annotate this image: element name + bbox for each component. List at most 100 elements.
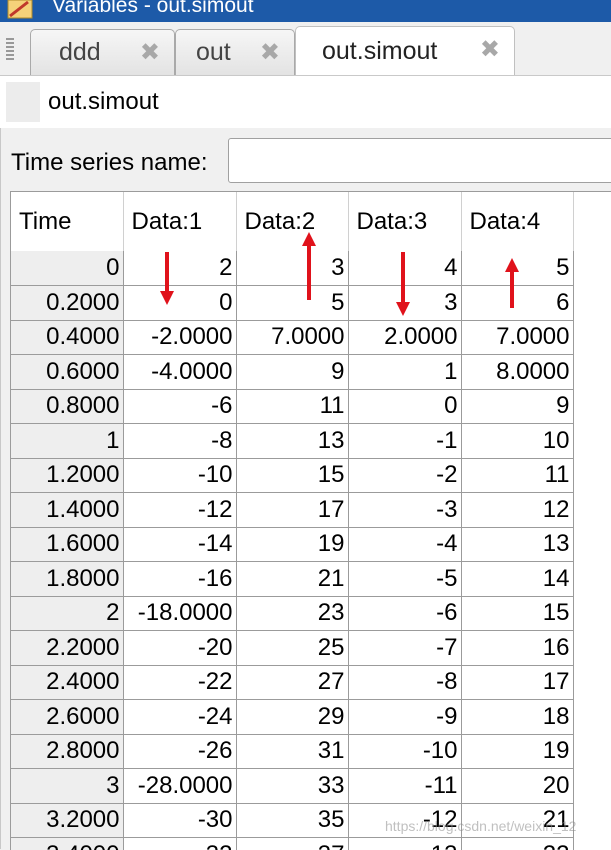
data-cell[interactable]: -20 bbox=[123, 631, 236, 666]
data-cell[interactable]: 7.0000 bbox=[461, 320, 573, 355]
data-cell[interactable]: -26 bbox=[123, 734, 236, 769]
data-cell[interactable]: 16 bbox=[461, 631, 573, 666]
time-cell[interactable]: 0.2000 bbox=[11, 286, 123, 321]
data-cell[interactable]: 2.0000 bbox=[348, 320, 461, 355]
data-cell[interactable]: 20 bbox=[461, 769, 573, 804]
time-cell[interactable]: 0.8000 bbox=[11, 389, 123, 424]
close-icon[interactable]: ✖ bbox=[140, 42, 160, 64]
data-cell[interactable]: -4.0000 bbox=[123, 355, 236, 390]
time-cell[interactable]: 2.6000 bbox=[11, 700, 123, 735]
time-cell[interactable]: 1.8000 bbox=[11, 562, 123, 597]
data-cell[interactable]: 29 bbox=[236, 700, 348, 735]
data-cell[interactable]: -14 bbox=[123, 527, 236, 562]
data-cell[interactable]: -4 bbox=[348, 527, 461, 562]
data-cell[interactable]: -9 bbox=[348, 700, 461, 735]
data-cell[interactable]: -2 bbox=[348, 458, 461, 493]
data-cell[interactable]: -10 bbox=[123, 458, 236, 493]
time-cell[interactable]: 0 bbox=[11, 251, 123, 286]
data-cell[interactable]: -28.0000 bbox=[123, 769, 236, 804]
data-cell[interactable]: 19 bbox=[236, 527, 348, 562]
data-cell[interactable]: 1 bbox=[348, 355, 461, 390]
tab-ddd[interactable]: ddd ✖ bbox=[30, 29, 175, 75]
data-cell[interactable]: 5 bbox=[236, 286, 348, 321]
data-cell[interactable]: -6 bbox=[123, 389, 236, 424]
column-header[interactable]: Data:2 bbox=[236, 192, 348, 251]
data-cell[interactable]: 21 bbox=[236, 562, 348, 597]
column-header[interactable]: Data:1 bbox=[123, 192, 236, 251]
data-cell[interactable]: -22 bbox=[123, 665, 236, 700]
time-cell[interactable]: 3.4000 bbox=[11, 838, 123, 850]
data-cell[interactable]: 14 bbox=[461, 562, 573, 597]
drag-grip-icon[interactable] bbox=[6, 38, 14, 60]
data-cell[interactable]: 15 bbox=[236, 458, 348, 493]
time-cell[interactable]: 1.6000 bbox=[11, 527, 123, 562]
data-cell[interactable]: 18 bbox=[461, 700, 573, 735]
data-cell[interactable]: 6 bbox=[461, 286, 573, 321]
time-cell[interactable]: 2.4000 bbox=[11, 665, 123, 700]
data-cell[interactable]: -16 bbox=[123, 562, 236, 597]
time-cell[interactable]: 0.4000 bbox=[11, 320, 123, 355]
data-cell[interactable]: 37 bbox=[236, 838, 348, 850]
data-cell[interactable]: 11 bbox=[236, 389, 348, 424]
data-cell[interactable]: -5 bbox=[348, 562, 461, 597]
timeseries-name-input[interactable] bbox=[228, 138, 611, 183]
data-cell[interactable]: 8.0000 bbox=[461, 355, 573, 390]
time-cell[interactable]: 2.8000 bbox=[11, 734, 123, 769]
data-cell[interactable]: -32 bbox=[123, 838, 236, 850]
data-cell[interactable]: -7 bbox=[348, 631, 461, 666]
data-cell[interactable]: 27 bbox=[236, 665, 348, 700]
data-cell[interactable]: -12 bbox=[123, 493, 236, 528]
column-header[interactable]: Data:3 bbox=[348, 192, 461, 251]
data-cell[interactable]: 12 bbox=[461, 493, 573, 528]
data-cell[interactable]: -13 bbox=[348, 838, 461, 850]
data-cell[interactable]: -3 bbox=[348, 493, 461, 528]
data-cell[interactable]: -8 bbox=[348, 665, 461, 700]
data-cell[interactable]: 22 bbox=[461, 838, 573, 850]
close-icon[interactable]: ✖ bbox=[480, 39, 500, 61]
data-table-area[interactable]: TimeData:1Data:2Data:3Data:4 023450.2000… bbox=[10, 191, 611, 850]
data-cell[interactable]: 25 bbox=[236, 631, 348, 666]
data-cell[interactable]: 31 bbox=[236, 734, 348, 769]
data-cell[interactable]: 9 bbox=[236, 355, 348, 390]
data-cell[interactable]: 35 bbox=[236, 803, 348, 838]
time-cell[interactable]: 3.2000 bbox=[11, 803, 123, 838]
data-cell[interactable]: 0 bbox=[123, 286, 236, 321]
data-cell[interactable]: 0 bbox=[348, 389, 461, 424]
data-cell[interactable]: 15 bbox=[461, 596, 573, 631]
data-cell[interactable]: 5 bbox=[461, 251, 573, 286]
data-cell[interactable]: -30 bbox=[123, 803, 236, 838]
time-cell[interactable]: 1.2000 bbox=[11, 458, 123, 493]
data-cell[interactable]: 19 bbox=[461, 734, 573, 769]
data-cell[interactable]: 10 bbox=[461, 424, 573, 459]
data-cell[interactable]: 23 bbox=[236, 596, 348, 631]
time-cell[interactable]: 1.4000 bbox=[11, 493, 123, 528]
data-cell[interactable]: 13 bbox=[461, 527, 573, 562]
data-cell[interactable]: -24 bbox=[123, 700, 236, 735]
data-cell[interactable]: 9 bbox=[461, 389, 573, 424]
tab-out[interactable]: out ✖ bbox=[175, 29, 295, 75]
data-cell[interactable]: 3 bbox=[236, 251, 348, 286]
tab-out-simout[interactable]: out.simout ✖ bbox=[295, 26, 515, 76]
data-cell[interactable]: -2.0000 bbox=[123, 320, 236, 355]
data-cell[interactable]: 33 bbox=[236, 769, 348, 804]
data-cell[interactable]: -6 bbox=[348, 596, 461, 631]
data-cell[interactable]: -1 bbox=[348, 424, 461, 459]
data-cell[interactable]: 11 bbox=[461, 458, 573, 493]
close-icon[interactable]: ✖ bbox=[260, 42, 280, 64]
data-cell[interactable]: 4 bbox=[348, 251, 461, 286]
data-cell[interactable]: -8 bbox=[123, 424, 236, 459]
data-cell[interactable]: -18.0000 bbox=[123, 596, 236, 631]
column-header[interactable]: Data:4 bbox=[461, 192, 573, 251]
time-cell[interactable]: 0.6000 bbox=[11, 355, 123, 390]
data-cell[interactable]: -10 bbox=[348, 734, 461, 769]
time-cell[interactable]: 2 bbox=[11, 596, 123, 631]
data-cell[interactable]: 2 bbox=[123, 251, 236, 286]
data-cell[interactable]: 7.0000 bbox=[236, 320, 348, 355]
data-cell[interactable]: 17 bbox=[461, 665, 573, 700]
data-cell[interactable]: 13 bbox=[236, 424, 348, 459]
time-cell[interactable]: 3 bbox=[11, 769, 123, 804]
time-cell[interactable]: 1 bbox=[11, 424, 123, 459]
data-cell[interactable]: 3 bbox=[348, 286, 461, 321]
data-cell[interactable]: 17 bbox=[236, 493, 348, 528]
column-header[interactable]: Time bbox=[11, 192, 123, 251]
